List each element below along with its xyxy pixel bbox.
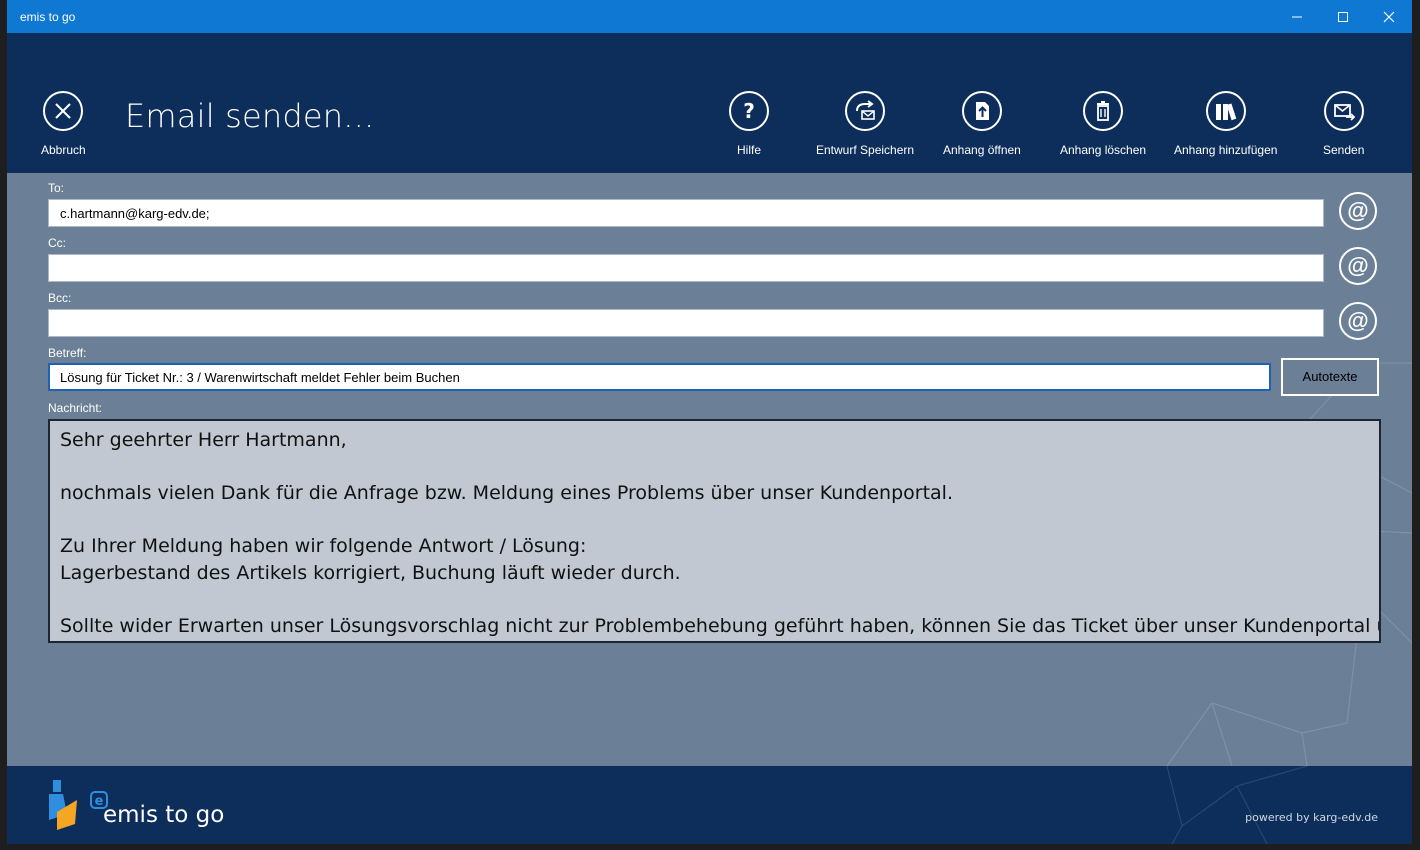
cc-label: Cc: xyxy=(48,236,66,250)
message-line xyxy=(60,507,1369,534)
subject-field[interactable]: Lösung für Ticket Nr.: 3 / Warenwirtscha… xyxy=(48,363,1271,391)
message-body[interactable]: Sehr geehrter Herr Hartmann, nochmals vi… xyxy=(48,419,1381,643)
brand-name: emis to go xyxy=(103,802,225,828)
powered-by: powered by karg-edv.de xyxy=(1245,811,1378,824)
question-icon: ? xyxy=(729,91,769,131)
autotext-button[interactable]: Autotexte xyxy=(1281,358,1379,396)
save-draft-button[interactable]: Entwurf Speichern xyxy=(816,91,914,157)
close-icon xyxy=(1383,11,1395,23)
send-mail-icon xyxy=(1323,91,1364,131)
message-label: Nachricht: xyxy=(48,401,103,415)
send-label: Senden xyxy=(1323,143,1365,157)
message-line: Zu Ihrer Meldung haben wir folgende Antw… xyxy=(60,535,587,557)
open-attachment-label: Anhang öffnen xyxy=(943,143,1021,157)
open-attachment-button[interactable]: Anhang öffnen xyxy=(943,91,1021,157)
help-button[interactable]: ? Hilfe xyxy=(729,91,769,157)
cc-field[interactable] xyxy=(48,254,1324,282)
open-file-icon xyxy=(961,91,1002,131)
message-line: Lagerbestand des Artikels korrigiert, Bu… xyxy=(60,561,681,584)
window-title: emis to go xyxy=(20,10,76,24)
save-draft-label: Entwurf Speichern xyxy=(816,143,915,157)
message-line: Sollte wider Erwarten unser Lösungsvorsc… xyxy=(60,614,1381,637)
minimize-button[interactable] xyxy=(1274,0,1320,33)
to-label: To: xyxy=(48,181,65,195)
cancel-label: Abbruch xyxy=(41,143,86,157)
footer: e emis to go powered by karg-edv.de xyxy=(7,766,1412,844)
cancel-button[interactable]: Abbruch xyxy=(41,91,86,157)
message-line xyxy=(60,586,1369,613)
app-window: emis to go Abbruch Email senden... ? Hil… xyxy=(7,0,1412,844)
bcc-field[interactable] xyxy=(48,309,1324,337)
message-line xyxy=(60,454,1369,481)
cancel-icon xyxy=(43,91,84,131)
email-form: To: c.hartmann@karg-edv.de; @ Cc: @ Bcc:… xyxy=(7,173,1412,766)
svg-text:?: ? xyxy=(743,100,755,122)
to-address-book-button[interactable]: @ xyxy=(1339,192,1377,230)
save-draft-icon xyxy=(845,91,886,131)
maximize-icon xyxy=(1338,12,1348,22)
maximize-button[interactable] xyxy=(1320,0,1366,33)
title-bar: emis to go xyxy=(7,0,1412,33)
minimize-icon xyxy=(1292,16,1302,18)
bcc-address-book-button[interactable]: @ xyxy=(1339,302,1377,340)
close-window-button[interactable] xyxy=(1366,0,1412,33)
cc-address-book-button[interactable]: @ xyxy=(1339,247,1377,285)
to-field[interactable]: c.hartmann@karg-edv.de; xyxy=(48,199,1324,227)
delete-attachment-button[interactable]: Anhang löschen xyxy=(1060,91,1146,157)
message-line: nochmals vielen Dank für die Anfrage bzw… xyxy=(60,482,953,504)
header-toolbar: Abbruch Email senden... ? Hilfe Entwurf … xyxy=(7,33,1412,173)
page-title: Email senden... xyxy=(125,97,375,135)
message-line: Sehr geehrter Herr Hartmann, xyxy=(60,429,347,451)
send-button[interactable]: Senden xyxy=(1323,91,1364,157)
add-attachment-label: Anhang hinzufügen xyxy=(1174,143,1278,157)
delete-attachment-label: Anhang löschen xyxy=(1060,143,1147,157)
trash-icon xyxy=(1083,91,1124,131)
help-label: Hilfe xyxy=(736,143,761,157)
subject-label: Betreff: xyxy=(48,346,87,360)
library-icon xyxy=(1205,91,1246,131)
bcc-label: Bcc: xyxy=(48,291,72,305)
add-attachment-button[interactable]: Anhang hinzufügen xyxy=(1174,91,1277,157)
